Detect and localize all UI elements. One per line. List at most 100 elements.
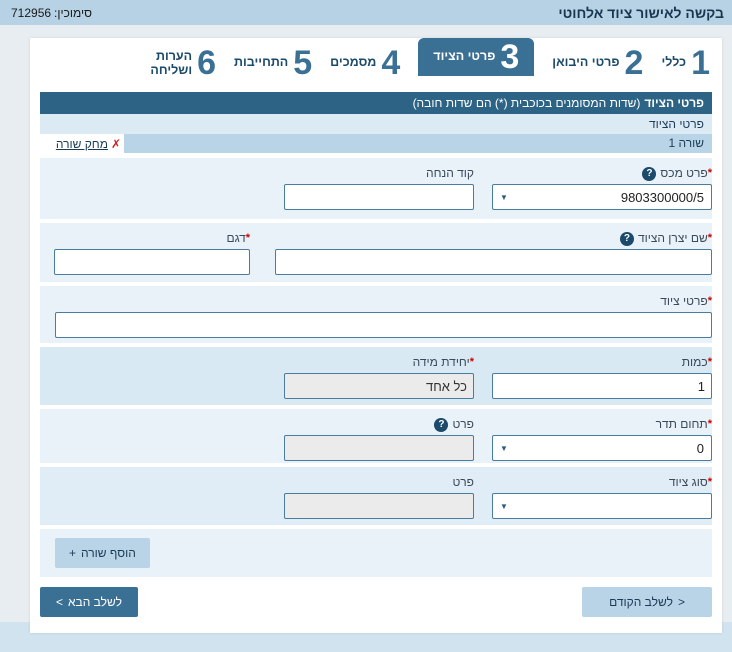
required-mark: * bbox=[708, 356, 712, 368]
step-tab-general[interactable]: 1 כללי bbox=[661, 38, 710, 80]
equipment-details-field: *פרטי ציוד bbox=[55, 294, 712, 343]
previous-step-label: לשלב הקודם bbox=[609, 595, 673, 609]
manufacturer-label: *שם יצרן הציוד? bbox=[275, 231, 712, 246]
panel-title: פרטי הציוד bbox=[40, 114, 712, 134]
unit-label: *יחידת מידה bbox=[284, 355, 474, 370]
page-body: 1 כללי 2 פרטי היבואן 3 פרטי הציוד 4 מסמכ… bbox=[0, 25, 732, 652]
frequency-range-value: 0 bbox=[697, 441, 704, 456]
customs-item-label: *פרט מכס? bbox=[492, 166, 712, 181]
step-number: 1 bbox=[691, 46, 710, 80]
type-detail-field: פרט bbox=[284, 475, 474, 525]
next-step-label: לשלב הבא bbox=[68, 595, 122, 609]
model-label: *דגם bbox=[54, 231, 250, 246]
help-icon[interactable]: ? bbox=[642, 167, 656, 181]
previous-step-button[interactable]: > לשלב הקודם bbox=[582, 587, 712, 617]
plus-icon: + bbox=[69, 546, 76, 560]
quantity-field: *כמות bbox=[492, 355, 712, 405]
step-label: מסמכים bbox=[330, 55, 376, 80]
step-number: 2 bbox=[625, 46, 644, 80]
row-frequency: *תחום תדר 0 ▼ פרט? bbox=[40, 409, 712, 463]
row-manufacturer: *שם יצרן הציוד? *דגם bbox=[40, 223, 712, 282]
customs-item-value: 9803300000/5 bbox=[621, 190, 704, 205]
next-step-button[interactable]: לשלב הבא < bbox=[40, 587, 138, 617]
equipment-type-select[interactable]: ▼ bbox=[492, 493, 712, 519]
equipment-row-header: שורה 1 ✗ מחק שורה bbox=[40, 134, 712, 153]
required-mark: * bbox=[470, 356, 474, 368]
step-number: 4 bbox=[381, 46, 400, 80]
step-number: 5 bbox=[293, 46, 312, 80]
add-row-section: הוסף שורה + bbox=[40, 529, 712, 577]
delete-row-link[interactable]: מחק שורה bbox=[56, 137, 108, 151]
required-mark: * bbox=[708, 295, 712, 307]
type-detail-label: פרט bbox=[284, 475, 474, 490]
manufacturer-field: *שם יצרן הציוד? bbox=[275, 231, 712, 282]
chevron-down-icon: ▼ bbox=[500, 502, 508, 511]
frequency-range-field: *תחום תדר 0 ▼ bbox=[492, 417, 712, 463]
row-equipment-details: *פרטי ציוד bbox=[40, 286, 712, 343]
section-required-note: (שדות המסומנים בכוכבית (*) הם שדות חובה) bbox=[413, 96, 641, 110]
step-tab-commitment[interactable]: 5 התחייבות bbox=[234, 38, 312, 80]
step-label: כללי bbox=[661, 55, 686, 80]
required-mark: * bbox=[708, 232, 712, 244]
app-header: בקשה לאישור ציוד אלחוטי סימוכין:712956 bbox=[0, 0, 732, 25]
form-card: 1 כללי 2 פרטי היבואן 3 פרטי הציוד 4 מסמכ… bbox=[30, 38, 722, 633]
row-equipment-type: *סוג ציוד ▼ פרט bbox=[40, 467, 712, 525]
page-title: בקשה לאישור ציוד אלחוטי bbox=[558, 5, 724, 21]
unit-field: *יחידת מידה bbox=[284, 355, 474, 405]
frequency-detail-label: פרט? bbox=[284, 417, 474, 432]
reference-value: 712956 bbox=[11, 6, 51, 20]
equipment-details-input[interactable] bbox=[55, 312, 712, 338]
wizard-navigation: > לשלב הקודם לשלב הבא < bbox=[40, 587, 712, 617]
customs-item-field: *פרט מכס? 9803300000/5 ▼ bbox=[492, 166, 712, 219]
step-tab-documents[interactable]: 4 מסמכים bbox=[330, 38, 400, 80]
manufacturer-input[interactable] bbox=[275, 249, 712, 275]
step-label: פרטי הציוד bbox=[433, 49, 495, 74]
row-quantity: *כמות *יחידת מידה bbox=[40, 347, 712, 405]
wireless-equipment-approval-page: בקשה לאישור ציוד אלחוטי סימוכין:712956 1… bbox=[0, 0, 732, 652]
chevron-down-icon: ▼ bbox=[500, 193, 508, 202]
customs-item-select[interactable]: 9803300000/5 ▼ bbox=[492, 184, 712, 210]
step-number: 6 bbox=[197, 46, 216, 80]
discount-code-input[interactable] bbox=[284, 184, 474, 210]
delete-row-cell: ✗ מחק שורה bbox=[40, 134, 124, 153]
section-title: פרטי הציוד bbox=[644, 96, 704, 110]
row-customs: *פרט מכס? 9803300000/5 ▼ קוד הנחה bbox=[40, 158, 712, 219]
step-label: הערות ושליחה bbox=[142, 49, 192, 80]
chevron-down-icon: ▼ bbox=[500, 444, 508, 453]
delete-x-icon[interactable]: ✗ bbox=[111, 137, 121, 151]
frequency-range-label: *תחום תדר bbox=[492, 417, 712, 432]
wizard-steps: 1 כללי 2 פרטי היבואן 3 פרטי הציוד 4 מסמכ… bbox=[40, 38, 712, 82]
add-row-button[interactable]: הוסף שורה + bbox=[55, 538, 150, 568]
step-tab-notes-and-send[interactable]: 6 הערות ושליחה bbox=[142, 38, 216, 80]
type-detail-input bbox=[284, 493, 474, 519]
chevron-left-icon: < bbox=[56, 595, 63, 609]
step-tab-importer-details[interactable]: 2 פרטי היבואן bbox=[552, 38, 643, 80]
step-label: התחייבות bbox=[234, 55, 288, 80]
equipment-type-field: *סוג ציוד ▼ bbox=[492, 475, 712, 525]
row-label: שורה 1 bbox=[124, 134, 712, 153]
section-header-bar: פרטי הציוד(שדות המסומנים בכוכבית (*) הם … bbox=[40, 92, 712, 114]
required-mark: * bbox=[708, 418, 712, 430]
frequency-detail-input bbox=[284, 435, 474, 461]
help-icon[interactable]: ? bbox=[434, 418, 448, 432]
discount-code-field: קוד הנחה bbox=[284, 166, 474, 219]
help-icon[interactable]: ? bbox=[620, 232, 634, 246]
model-field: *דגם bbox=[54, 231, 250, 282]
equipment-type-label: *סוג ציוד bbox=[492, 475, 712, 490]
reference-number: סימוכין:712956 bbox=[8, 6, 92, 20]
reference-label: סימוכין: bbox=[54, 6, 92, 20]
discount-code-label: קוד הנחה bbox=[284, 166, 474, 181]
model-input[interactable] bbox=[54, 249, 250, 275]
required-mark: * bbox=[708, 167, 712, 179]
quantity-label: *כמות bbox=[492, 355, 712, 370]
chevron-right-icon: > bbox=[678, 595, 685, 609]
step-tab-equipment-details[interactable]: 3 פרטי הציוד bbox=[418, 38, 534, 76]
unit-input bbox=[284, 373, 474, 399]
frequency-range-select[interactable]: 0 ▼ bbox=[492, 435, 712, 461]
quantity-input[interactable] bbox=[492, 373, 712, 399]
step-number: 3 bbox=[500, 40, 519, 74]
frequency-detail-field: פרט? bbox=[284, 417, 474, 463]
add-row-label: הוסף שורה bbox=[81, 546, 136, 560]
equipment-details-label: *פרטי ציוד bbox=[55, 294, 712, 309]
step-label: פרטי היבואן bbox=[552, 55, 619, 80]
